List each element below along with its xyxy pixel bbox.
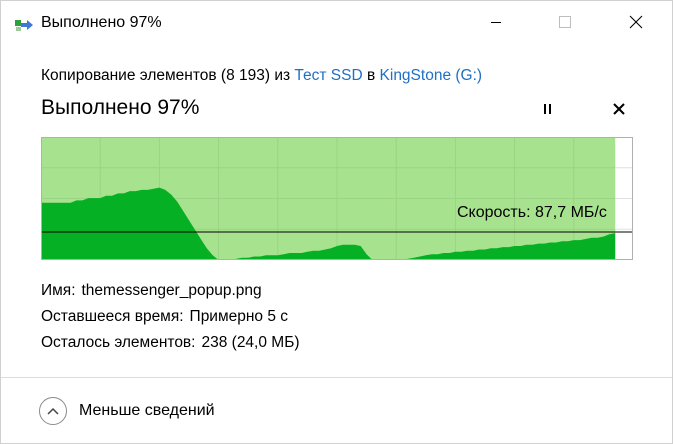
minimize-icon bbox=[490, 15, 502, 33]
pause-icon bbox=[541, 102, 553, 121]
title-bar[interactable]: Выполнено 97% bbox=[1, 1, 672, 47]
maximize-icon bbox=[558, 15, 572, 34]
time-remaining-label: Оставшееся время: bbox=[41, 308, 184, 325]
items-remaining-label: Осталось элементов: bbox=[41, 334, 196, 351]
footer: Меньше сведений bbox=[1, 377, 672, 443]
detail-items-remaining: Осталось элементов: 238 (24,0 МБ) bbox=[41, 334, 300, 352]
progress-status-title: Выполнено 97% bbox=[41, 96, 200, 119]
copy-progress-window: Выполнено 97% Копирование элементов (8 1… bbox=[0, 0, 673, 444]
close-x-icon bbox=[612, 102, 626, 121]
items-remaining-value: 238 (24,0 МБ) bbox=[201, 334, 300, 351]
detail-file-name: Имя: themessenger_popup.png bbox=[41, 282, 262, 300]
copy-middle-text: в bbox=[362, 67, 380, 84]
transfer-speed-chart bbox=[41, 137, 633, 260]
chevron-up-icon bbox=[39, 397, 67, 425]
window-title: Выполнено 97% bbox=[41, 14, 162, 31]
maximize-button[interactable] bbox=[542, 1, 588, 47]
detail-time-remaining: Оставшееся время: Примерно 5 с bbox=[41, 308, 288, 326]
close-button[interactable] bbox=[613, 1, 659, 47]
copy-prefix-text: Копирование элементов (8 193) из bbox=[41, 67, 295, 84]
source-link[interactable]: Тест SSD bbox=[294, 67, 362, 84]
pause-button[interactable] bbox=[535, 100, 559, 122]
minimize-button[interactable] bbox=[473, 1, 519, 47]
fewer-details-button[interactable]: Меньше сведений bbox=[39, 396, 215, 426]
close-icon bbox=[629, 15, 643, 34]
destination-link[interactable]: KingStone (G:) bbox=[380, 67, 483, 84]
time-remaining-value: Примерно 5 с bbox=[189, 308, 289, 325]
copy-description: Копирование элементов (8 193) из Тест SS… bbox=[41, 67, 482, 85]
stop-button[interactable] bbox=[607, 100, 631, 122]
copy-icon bbox=[15, 17, 35, 33]
file-name-value: themessenger_popup.png bbox=[81, 282, 262, 299]
file-name-label: Имя: bbox=[41, 282, 76, 299]
speed-label: Скорость: 87,7 МБ/с bbox=[457, 204, 607, 221]
fewer-details-label: Меньше сведений bbox=[79, 402, 215, 419]
